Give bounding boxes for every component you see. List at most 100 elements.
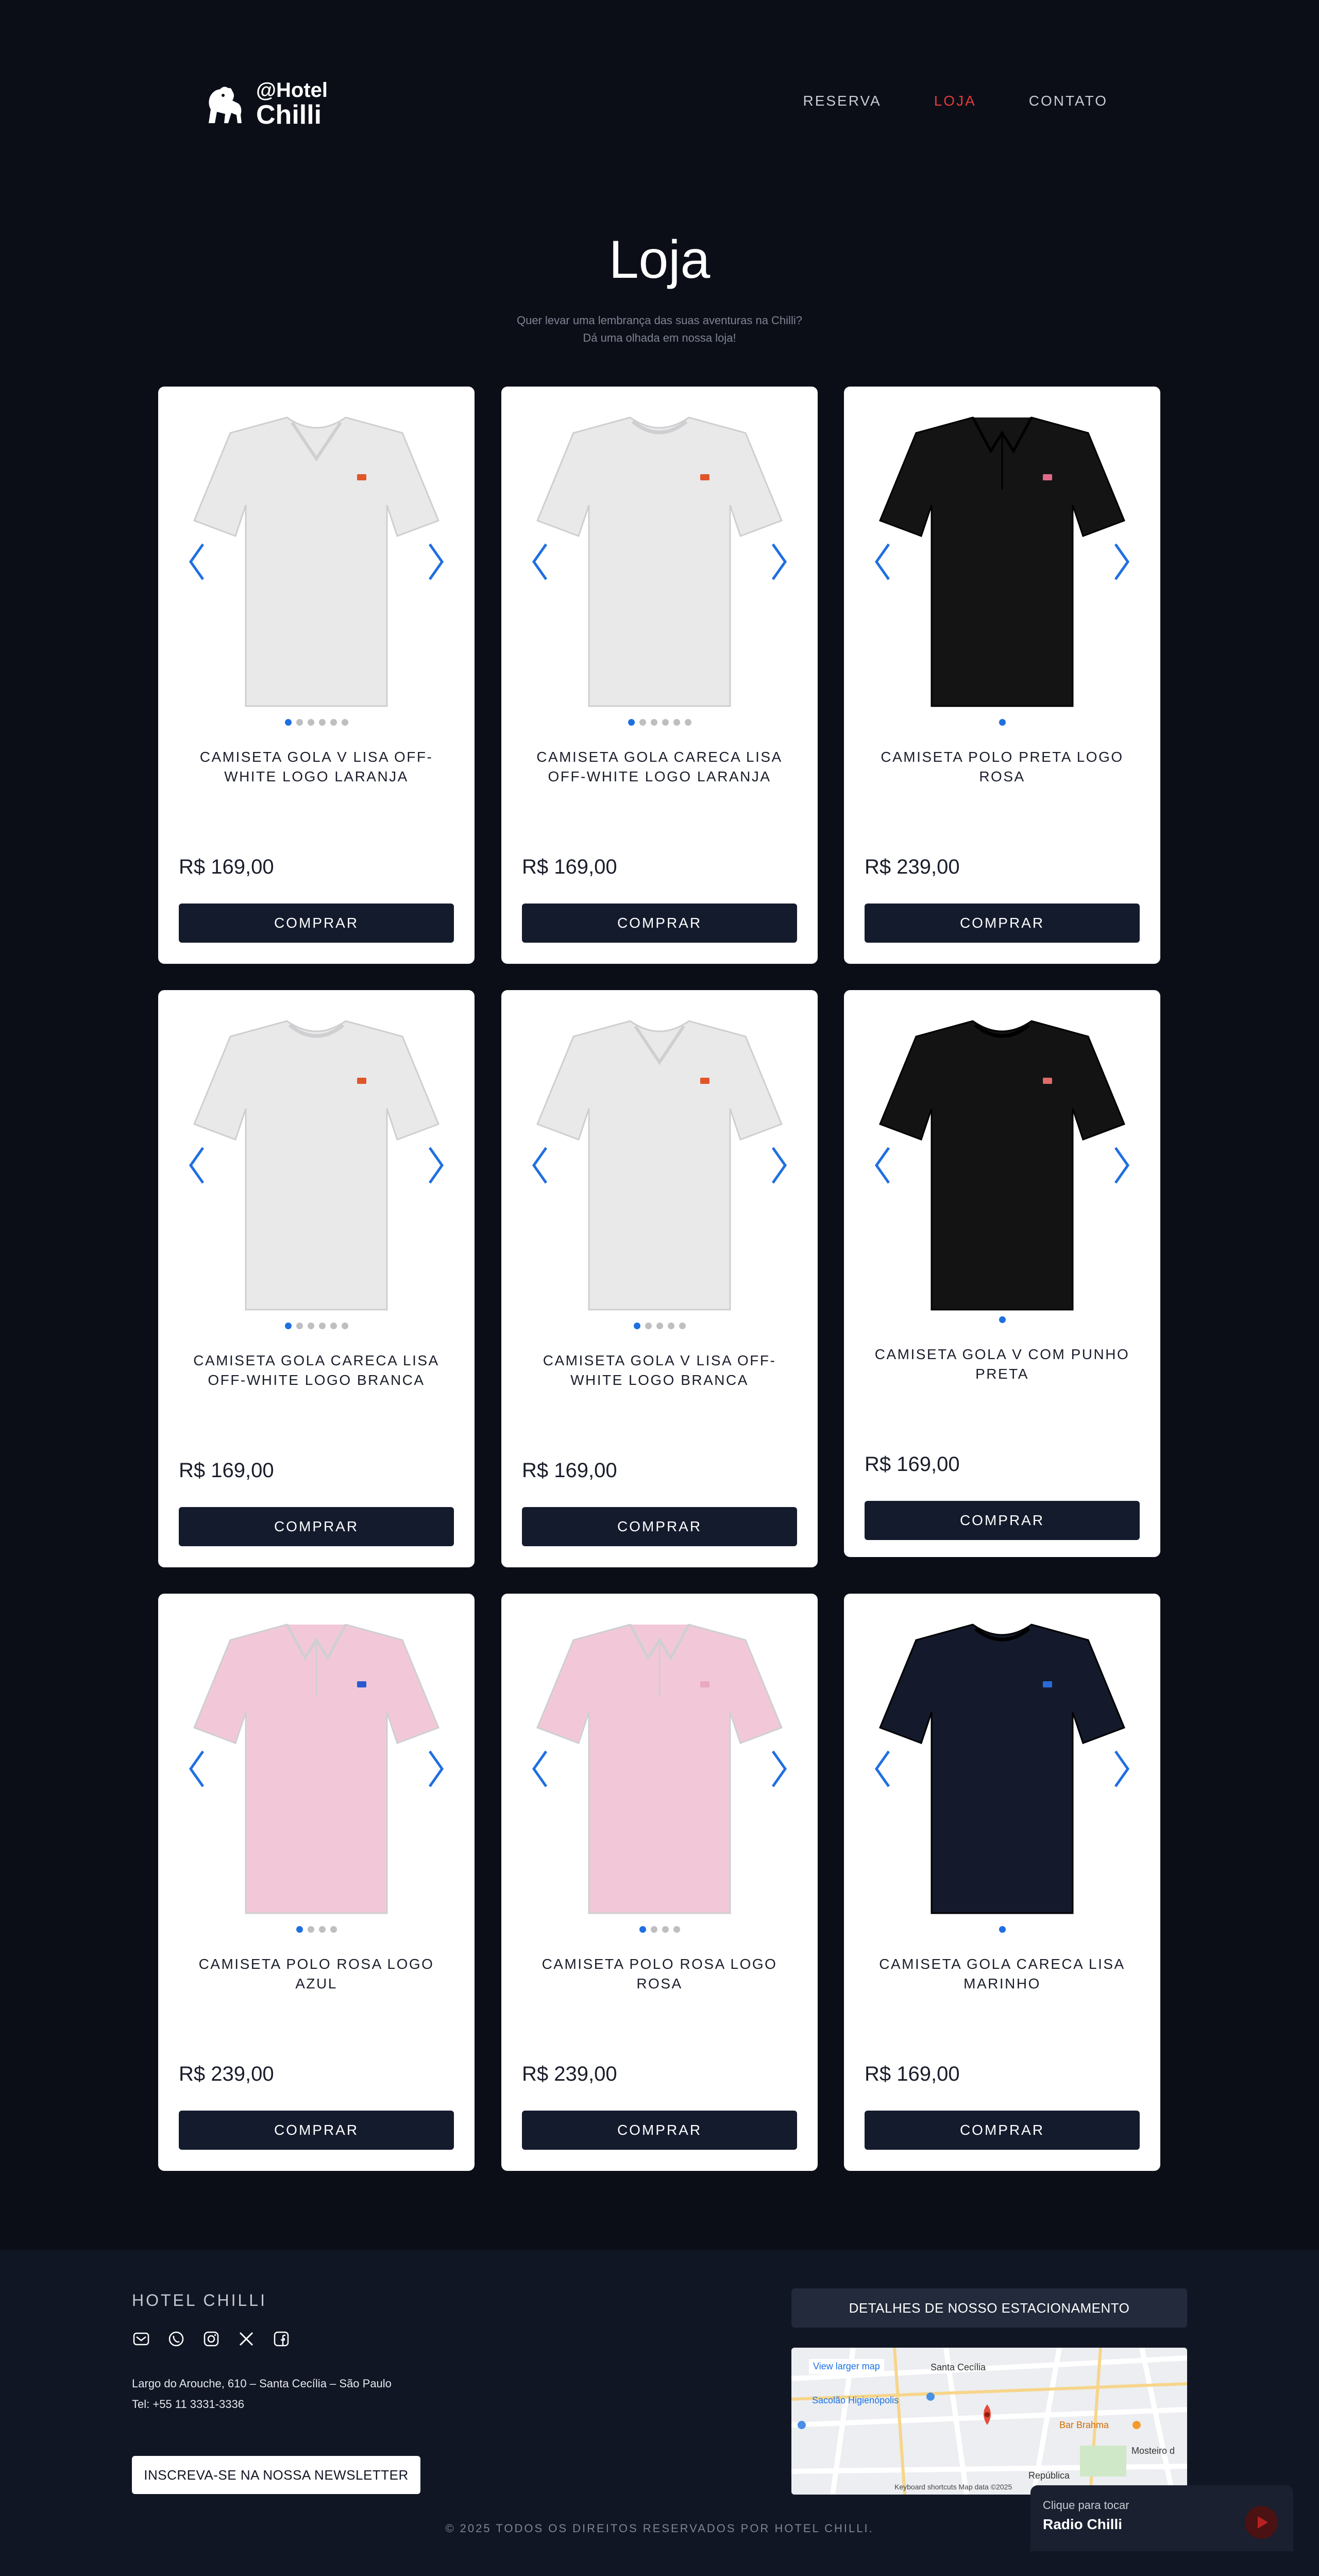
product-shirt-image	[193, 1624, 439, 1914]
buy-button[interactable]: COMPRAR	[522, 904, 797, 943]
product-image-carousel	[844, 990, 1160, 1341]
product-name: CAMISETA GOLA V LISA OFF-WHITE LOGO BRAN…	[543, 1352, 776, 1388]
carousel-dots	[501, 1323, 818, 1329]
product-shirt-image	[879, 1624, 1125, 1914]
buy-button[interactable]: COMPRAR	[179, 2111, 454, 2150]
carousel-prev-icon[interactable]	[187, 541, 207, 582]
buy-button[interactable]: COMPRAR	[865, 1501, 1140, 1540]
carousel-dot[interactable]	[999, 1316, 1006, 1323]
carousel-next-icon[interactable]	[426, 1145, 446, 1186]
carousel-prev-icon[interactable]	[872, 1145, 893, 1186]
product-price: R$ 169,00	[179, 1459, 274, 1482]
newsletter-button[interactable]: INSCREVA-SE NA NOSSA NEWSLETTER	[132, 2456, 420, 2494]
carousel-prev-icon[interactable]	[872, 541, 893, 582]
carousel-dot[interactable]	[284, 1323, 292, 1329]
carousel-dot[interactable]	[307, 719, 314, 726]
buy-button[interactable]: COMPRAR	[522, 2111, 797, 2150]
carousel-dot[interactable]	[307, 1926, 314, 1933]
product-shirt-image	[536, 1020, 783, 1311]
carousel-next-icon[interactable]	[1111, 541, 1132, 582]
carousel-dot[interactable]	[341, 1323, 348, 1329]
carousel-prev-icon[interactable]	[530, 1145, 550, 1186]
radio-player[interactable]: Clique para tocar Radio Chilli	[1030, 2485, 1293, 2551]
product-card: CAMISETA GOLA CARECA LISA OFF-WHITE LOGO…	[158, 990, 475, 1567]
carousel-dot[interactable]	[650, 1926, 657, 1933]
carousel-dot[interactable]	[999, 1926, 1006, 1933]
carousel-dot[interactable]	[639, 1926, 646, 1933]
whatsapp-icon[interactable]	[167, 2330, 185, 2348]
carousel-dot[interactable]	[318, 1926, 326, 1933]
lion-logo-icon	[209, 87, 242, 123]
product-shirt-image	[536, 1624, 783, 1914]
radio-hint: Clique para tocar	[1043, 2499, 1129, 2512]
buy-button[interactable]: COMPRAR	[865, 904, 1140, 943]
buy-button[interactable]: COMPRAR	[865, 2111, 1140, 2150]
carousel-dot[interactable]	[673, 1926, 680, 1933]
carousel-dot[interactable]	[307, 1323, 314, 1329]
buy-button[interactable]: COMPRAR	[179, 904, 454, 943]
product-image-carousel	[501, 990, 818, 1341]
buy-button[interactable]: COMPRAR	[179, 1507, 454, 1546]
carousel-dot[interactable]	[296, 719, 303, 726]
logo-line1: @Hotel	[256, 79, 328, 102]
carousel-dot[interactable]	[662, 719, 669, 726]
map-label-sacolao: Sacolão Higienópolis	[812, 2395, 899, 2405]
mail-icon[interactable]	[132, 2330, 150, 2348]
carousel-dot[interactable]	[284, 719, 292, 726]
carousel-dot[interactable]	[330, 1323, 337, 1329]
carousel-dot[interactable]	[318, 719, 326, 726]
carousel-dot[interactable]	[650, 719, 657, 726]
nav-reserva[interactable]: RESERVA	[803, 93, 881, 109]
carousel-next-icon[interactable]	[1111, 1145, 1132, 1186]
logo-line2: Chilli	[256, 100, 322, 130]
carousel-dot[interactable]	[679, 1323, 686, 1329]
product-price: R$ 169,00	[179, 856, 274, 878]
carousel-dot[interactable]	[673, 719, 680, 726]
carousel-next-icon[interactable]	[769, 1145, 789, 1186]
carousel-dot[interactable]	[999, 719, 1006, 726]
carousel-next-icon[interactable]	[769, 541, 789, 582]
carousel-dot[interactable]	[639, 719, 646, 726]
carousel-dot[interactable]	[296, 1323, 303, 1329]
carousel-dot[interactable]	[296, 1926, 303, 1933]
carousel-prev-icon[interactable]	[187, 1145, 207, 1186]
carousel-dot[interactable]	[662, 1926, 669, 1933]
buy-button[interactable]: COMPRAR	[522, 1507, 797, 1546]
carousel-dot[interactable]	[341, 719, 348, 726]
product-price: R$ 169,00	[865, 2063, 960, 2085]
carousel-dot[interactable]	[633, 1323, 640, 1329]
map-view-larger-link[interactable]: View larger map	[809, 2359, 884, 2374]
carousel-dot[interactable]	[684, 719, 691, 726]
main-nav: RESERVA LOJA CONTATO	[803, 93, 1108, 109]
carousel-dot[interactable]	[330, 1926, 337, 1933]
carousel-dot[interactable]	[656, 1323, 663, 1329]
product-image-carousel	[158, 387, 475, 737]
carousel-prev-icon[interactable]	[530, 541, 550, 582]
hotel-chilli-logo[interactable]: @Hotel Chilli	[198, 80, 328, 128]
carousel-next-icon[interactable]	[1111, 1748, 1132, 1789]
embedded-map[interactable]: View larger map Santa Cecília Sacolão Hi…	[791, 2348, 1187, 2495]
carousel-dot[interactable]	[318, 1323, 326, 1329]
facebook-icon[interactable]	[272, 2330, 291, 2348]
instagram-icon[interactable]	[202, 2330, 221, 2348]
product-card: CAMISETA GOLA V LISA OFF-WHITE LOGO BRAN…	[501, 990, 818, 1567]
carousel-prev-icon[interactable]	[187, 1748, 207, 1789]
carousel-next-icon[interactable]	[426, 541, 446, 582]
product-image-carousel	[501, 387, 818, 737]
nav-loja[interactable]: LOJA	[934, 93, 976, 109]
x-icon[interactable]	[237, 2330, 256, 2348]
carousel-prev-icon[interactable]	[530, 1748, 550, 1789]
carousel-next-icon[interactable]	[426, 1748, 446, 1789]
parking-details-button[interactable]: DETALHES DE NOSSO ESTACIONAMENTO	[791, 2288, 1187, 2328]
play-icon[interactable]	[1245, 2506, 1278, 2539]
carousel-dots	[501, 719, 818, 726]
carousel-prev-icon[interactable]	[872, 1748, 893, 1789]
carousel-dot[interactable]	[330, 719, 337, 726]
carousel-dot[interactable]	[628, 719, 635, 726]
carousel-dot[interactable]	[667, 1323, 674, 1329]
product-price: R$ 169,00	[522, 856, 617, 878]
carousel-dot[interactable]	[645, 1323, 652, 1329]
carousel-next-icon[interactable]	[769, 1748, 789, 1789]
nav-contato[interactable]: CONTATO	[1029, 93, 1108, 109]
product-shirt-image	[536, 416, 783, 707]
